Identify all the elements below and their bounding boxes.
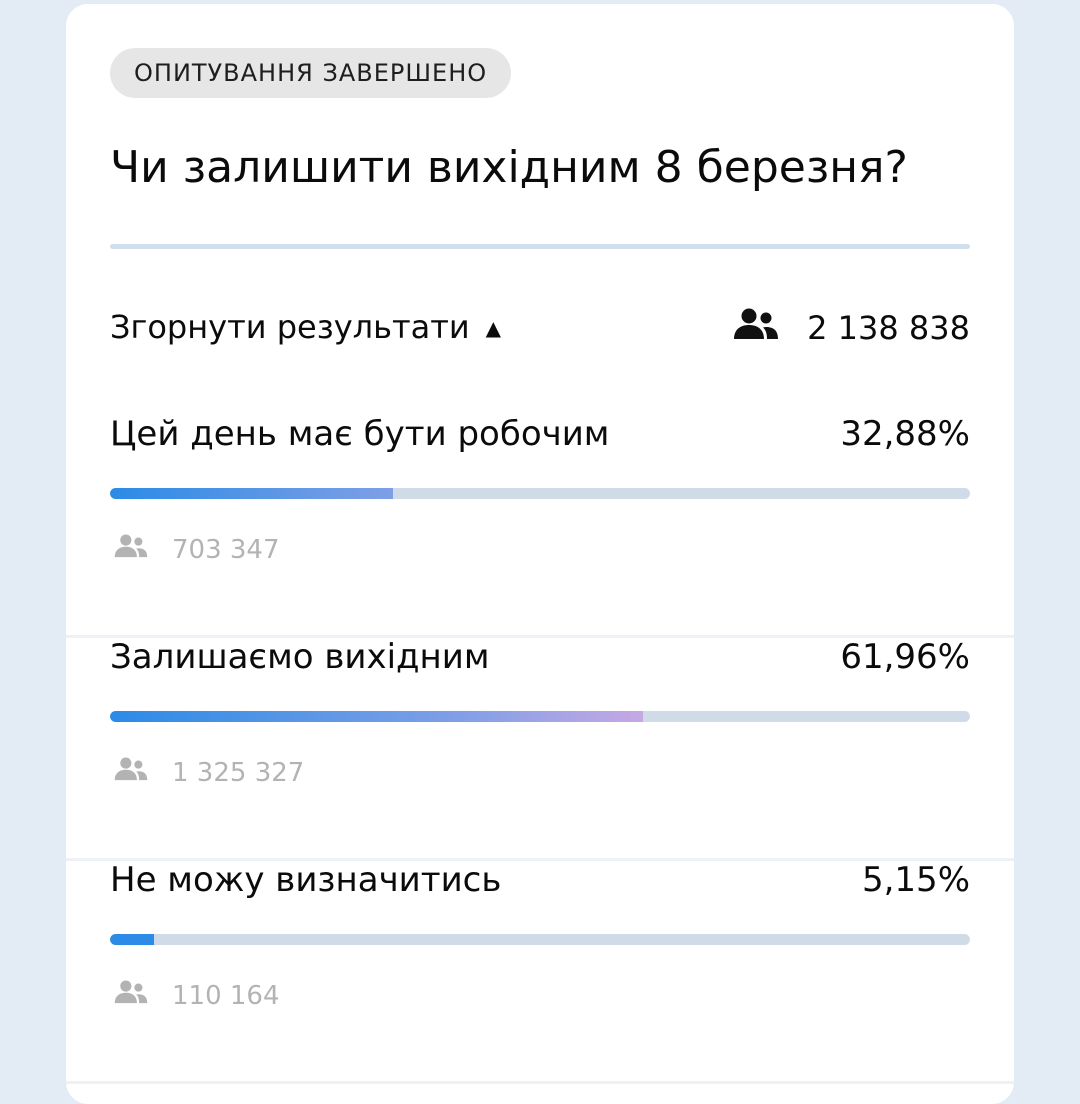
option-progress-fill [110, 934, 155, 945]
status-badge: ОПИТУВАННЯ ЗАВЕРШЕНО [110, 48, 512, 98]
option-percent: 61,96% [840, 637, 970, 677]
option-votes: 110 164 [114, 980, 280, 1011]
option-votes-count: 110 164 [172, 980, 280, 1011]
people-icon [114, 980, 148, 1011]
status-badge-label: ОПИТУВАННЯ ЗАВЕРШЕНО [134, 59, 488, 87]
option-votes: 703 347 [114, 534, 280, 565]
people-icon [733, 308, 779, 348]
collapse-results-button[interactable]: Згорнути результати ▲ [110, 308, 501, 346]
option-progress-bar [110, 711, 970, 722]
option-progress-fill [110, 711, 643, 722]
option-progress-bar [110, 934, 970, 945]
option-label: Залишаємо вихідним [110, 637, 490, 677]
option-percent: 5,15% [861, 860, 970, 900]
people-icon [114, 757, 148, 788]
poll-option: Цей день має бути робочим 32,88% 703 347 [66, 414, 1014, 638]
caret-up-icon: ▲ [485, 316, 502, 340]
option-progress-bar [110, 488, 970, 499]
option-votes-count: 1 325 327 [172, 757, 305, 788]
divider [110, 244, 970, 249]
option-votes-count: 703 347 [172, 534, 280, 565]
poll-question: Чи залишити вихідним 8 березня? [110, 142, 908, 193]
total-votes-count: 2 138 838 [807, 309, 970, 347]
poll-card: ОПИТУВАННЯ ЗАВЕРШЕНО Чи залишити вихідни… [66, 4, 1014, 1104]
total-votes: 2 138 838 [733, 308, 970, 348]
option-votes: 1 325 327 [114, 757, 304, 788]
people-icon [114, 534, 148, 565]
option-progress-fill [110, 488, 393, 499]
option-percent: 32,88% [840, 414, 970, 454]
option-label: Не можу визначитись [110, 860, 502, 900]
poll-option: Залишаємо вихідним 61,96% 1 325 327 [66, 637, 1014, 861]
option-label: Цей день має бути робочим [110, 414, 610, 454]
collapse-results-label: Згорнути результати [110, 308, 470, 346]
poll-option: Не можу визначитись 5,15% 110 164 [66, 860, 1014, 1084]
